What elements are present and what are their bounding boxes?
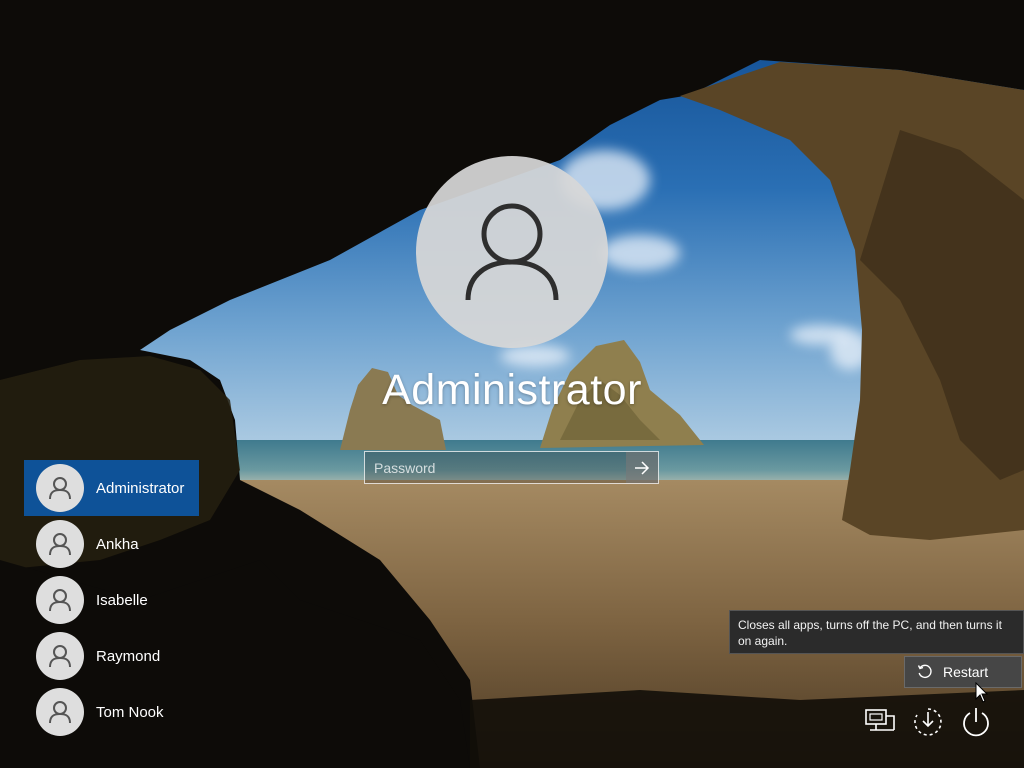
user-item-ankha[interactable]: Ankha (24, 516, 199, 572)
avatar (36, 520, 84, 568)
arrow-right-icon (635, 460, 650, 475)
restart-tooltip: Closes all apps, turns off the PC, and t… (729, 610, 1024, 654)
user-item-administrator[interactable]: Administrator (24, 460, 199, 516)
power-button[interactable] (958, 704, 994, 740)
avatar (36, 576, 84, 624)
ease-of-access-button[interactable] (910, 704, 946, 740)
user-name: Ankha (96, 535, 139, 553)
password-input[interactable] (365, 452, 627, 483)
user-name: Raymond (96, 647, 161, 665)
restart-icon (917, 664, 932, 679)
user-item-isabelle[interactable]: Isabelle (24, 572, 199, 628)
user-icon (49, 589, 71, 612)
user-item-raymond[interactable]: Raymond (24, 628, 199, 684)
restart-menu-item[interactable]: Restart (904, 656, 1022, 688)
user-icon (465, 203, 559, 301)
ease-of-access-icon (914, 708, 942, 736)
user-item-tom-nook[interactable]: Tom Nook (24, 684, 199, 740)
user-icon (49, 645, 71, 668)
selected-username: Administrator (382, 366, 642, 414)
user-name: Tom Nook (96, 703, 164, 721)
avatar (36, 632, 84, 680)
sign-in-submit-button[interactable] (626, 452, 658, 483)
user-icon (49, 701, 71, 724)
mouse-pointer (975, 682, 989, 703)
password-field-container (364, 451, 659, 484)
user-name: Isabelle (96, 591, 148, 609)
avatar (36, 464, 84, 512)
network-icon (865, 709, 895, 731)
user-name: Administrator (96, 479, 185, 497)
user-icon (49, 533, 71, 556)
selected-user-avatar (416, 156, 608, 348)
restart-label: Restart (943, 664, 989, 680)
user-list: Administrator Ankha Isabelle Raymond Tom… (24, 460, 199, 740)
avatar (36, 688, 84, 736)
network-button[interactable] (862, 704, 898, 740)
user-icon (49, 477, 71, 500)
power-icon (963, 708, 989, 737)
